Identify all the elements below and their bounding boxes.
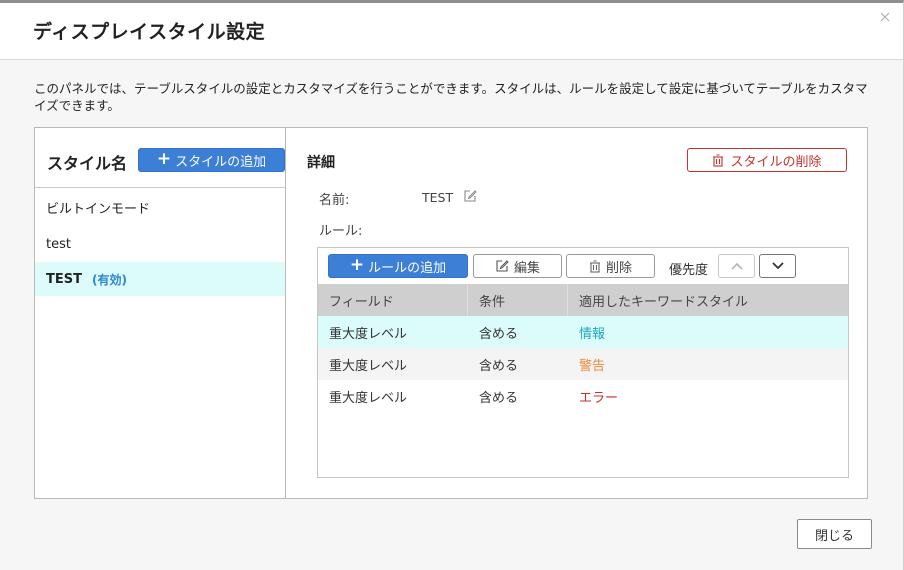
dialog-header: ディスプレイスタイル設定 bbox=[0, 3, 903, 60]
edit-icon bbox=[495, 259, 509, 273]
cell-style: 情報 bbox=[579, 326, 606, 342]
column-header-style: 適用したキーワードスタイル bbox=[579, 294, 749, 310]
cell-condition: 含める bbox=[479, 390, 519, 406]
column-header-condition: 条件 bbox=[468, 284, 568, 316]
cell-style: エラー bbox=[579, 390, 619, 406]
cell-field: 重大度レベル bbox=[329, 358, 408, 374]
active-badge: (有効) bbox=[91, 272, 127, 287]
add-style-label: スタイルの追加 bbox=[175, 154, 267, 170]
style-item-test[interactable]: test bbox=[35, 227, 285, 261]
plus-icon: + bbox=[349, 254, 365, 275]
edit-rule-button[interactable]: 編集 bbox=[473, 254, 562, 278]
cell-style: 警告 bbox=[579, 358, 606, 374]
dialog-title: ディスプレイスタイル設定 bbox=[33, 21, 266, 43]
table-row[interactable]: 重大度レベル 含める 情報 bbox=[318, 316, 848, 348]
rules-container: + ルールの追加 編集 削除 優先度 フィールド 条件 適用したキーワードスタイ… bbox=[317, 247, 849, 478]
rules-table: フィールド 条件 適用したキーワードスタイル 重大度レベル 含める 情報 重大度… bbox=[318, 284, 848, 412]
plus-icon: + bbox=[156, 148, 172, 169]
chevron-up-icon bbox=[730, 262, 743, 270]
table-header: フィールド 条件 適用したキーワードスタイル bbox=[318, 284, 848, 316]
detail-title: 詳細 bbox=[307, 155, 335, 171]
trash-icon bbox=[589, 259, 601, 273]
style-list-header: スタイル名 + スタイルの追加 bbox=[35, 128, 285, 188]
style-list-title: スタイル名 bbox=[47, 154, 128, 173]
display-style-dialog: ディスプレイスタイル設定 このパネルでは、テーブルスタイルの設定とカスタマイズを… bbox=[0, 0, 904, 570]
cell-field: 重大度レベル bbox=[329, 390, 408, 406]
style-detail-pane: 詳細 スタイルの削除 名前: TEST ルール: + ルールの追加 編集 削除 … bbox=[287, 128, 867, 498]
table-row[interactable]: 重大度レベル 含める エラー bbox=[318, 380, 848, 412]
close-button[interactable]: 閉じる bbox=[797, 519, 872, 549]
cell-condition: 含める bbox=[479, 358, 519, 374]
priority-up-button[interactable] bbox=[718, 254, 755, 278]
style-item-label: test bbox=[46, 236, 71, 252]
delete-rule-label: 削除 bbox=[605, 260, 632, 276]
priority-down-button[interactable] bbox=[759, 254, 796, 278]
style-list-pane: スタイル名 + スタイルの追加 ビルトインモード test TEST (有効) bbox=[35, 128, 286, 498]
trash-icon bbox=[712, 153, 724, 167]
dialog-description: このパネルでは、テーブルスタイルの設定とカスタマイズを行うことができます。スタイ… bbox=[34, 81, 868, 113]
delete-rule-button[interactable]: 削除 bbox=[566, 254, 655, 278]
add-rule-label: ルールの追加 bbox=[368, 260, 447, 276]
rules-label: ルール: bbox=[319, 224, 363, 239]
column-header-field: フィールド bbox=[318, 284, 468, 316]
style-item-label: TEST bbox=[46, 271, 82, 287]
cell-field: 重大度レベル bbox=[329, 326, 408, 342]
add-rule-button[interactable]: + ルールの追加 bbox=[328, 254, 468, 278]
close-icon[interactable] bbox=[877, 9, 893, 25]
name-label: 名前: bbox=[319, 193, 350, 208]
style-item-label: ビルトインモード bbox=[46, 201, 151, 217]
delete-style-label: スタイルの削除 bbox=[730, 154, 822, 170]
cell-condition: 含める bbox=[479, 326, 519, 342]
edit-icon[interactable] bbox=[463, 189, 477, 203]
chevron-down-icon bbox=[771, 262, 784, 270]
style-item-test-active[interactable]: TEST (有効) bbox=[35, 262, 285, 296]
add-style-button[interactable]: + スタイルの追加 bbox=[138, 148, 285, 172]
name-value: TEST bbox=[422, 190, 454, 205]
table-row[interactable]: 重大度レベル 含める 警告 bbox=[318, 348, 848, 380]
edit-rule-label: 編集 bbox=[513, 260, 540, 276]
delete-style-button[interactable]: スタイルの削除 bbox=[687, 148, 847, 172]
style-settings-panel: スタイル名 + スタイルの追加 ビルトインモード test TEST (有効) … bbox=[34, 127, 868, 499]
style-item-builtin[interactable]: ビルトインモード bbox=[35, 190, 285, 224]
priority-label: 優先度 bbox=[669, 263, 709, 278]
